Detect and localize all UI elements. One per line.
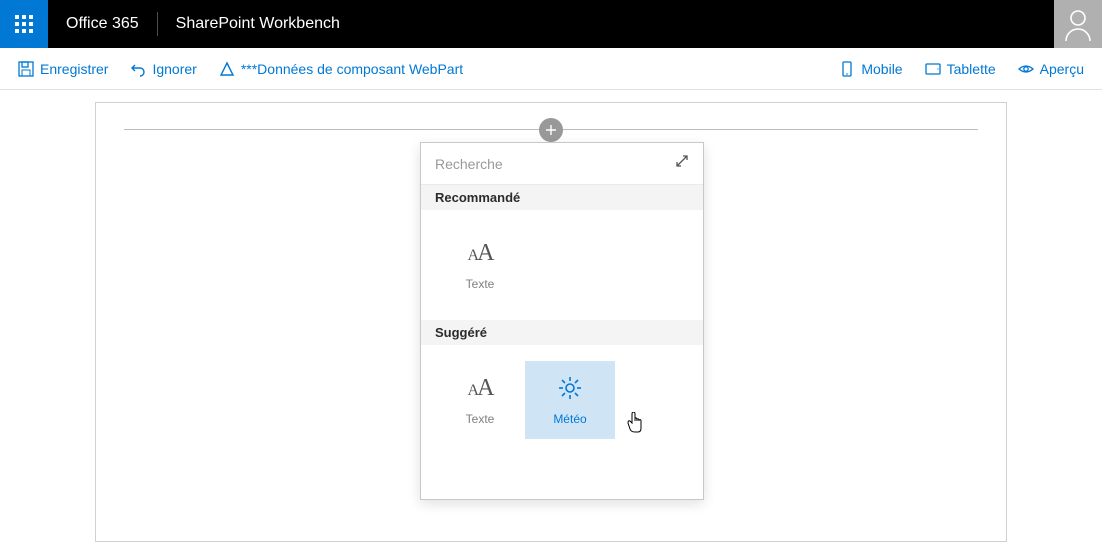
discard-button[interactable]: Ignorer	[130, 61, 196, 77]
app-launcher-button[interactable]	[0, 0, 48, 48]
webpart-data-button[interactable]: ***Données de composant WebPart	[219, 61, 463, 77]
mobile-button[interactable]: Mobile	[839, 61, 902, 77]
eye-icon	[1018, 61, 1034, 77]
picker-item-text[interactable]: AA Texte	[435, 361, 525, 439]
user-avatar[interactable]	[1054, 0, 1102, 48]
picker-item-label: Texte	[466, 412, 495, 426]
app-title: SharePoint Workbench	[157, 12, 358, 36]
preview-button[interactable]: Aperçu	[1018, 61, 1084, 77]
picker-item-label: Météo	[553, 412, 586, 426]
section-divider	[124, 129, 978, 130]
recommended-items: AA Texte	[421, 210, 703, 320]
preview-label: Aperçu	[1040, 61, 1084, 77]
save-icon	[18, 61, 34, 77]
discard-label: Ignorer	[152, 61, 196, 77]
tablet-icon	[925, 61, 941, 77]
weather-icon	[554, 374, 586, 402]
save-label: Enregistrer	[40, 61, 108, 77]
plus-icon	[544, 123, 558, 137]
text-icon: AA	[464, 374, 496, 402]
search-input[interactable]	[435, 156, 675, 172]
webpart-picker: Recommandé AA Texte Suggéré AA Texte Mét…	[420, 142, 704, 500]
tablet-button[interactable]: Tablette	[925, 61, 996, 77]
suggested-items: AA Texte Météo	[421, 345, 703, 499]
expand-button[interactable]	[675, 154, 689, 173]
picker-item-weather[interactable]: Météo	[525, 361, 615, 439]
suggested-heading: Suggéré	[421, 320, 703, 345]
triangle-icon	[219, 61, 235, 77]
picker-search-row	[421, 143, 703, 185]
tablet-label: Tablette	[947, 61, 996, 77]
brand-label: Office 365	[48, 15, 157, 33]
command-bar: Enregistrer Ignorer ***Données de compos…	[0, 48, 1102, 90]
picker-item-text[interactable]: AA Texte	[435, 226, 525, 304]
add-webpart-button[interactable]	[539, 118, 563, 142]
picker-item-label: Texte	[466, 277, 495, 291]
webpart-data-label: ***Données de composant WebPart	[241, 61, 463, 77]
waffle-icon	[15, 15, 33, 33]
global-header: Office 365 SharePoint Workbench	[0, 0, 1102, 48]
recommended-heading: Recommandé	[421, 185, 703, 210]
save-button[interactable]: Enregistrer	[18, 61, 108, 77]
person-icon	[1061, 7, 1095, 41]
text-icon: AA	[464, 239, 496, 267]
undo-icon	[130, 61, 146, 77]
mobile-icon	[839, 61, 855, 77]
expand-icon	[675, 154, 689, 168]
mobile-label: Mobile	[861, 61, 902, 77]
